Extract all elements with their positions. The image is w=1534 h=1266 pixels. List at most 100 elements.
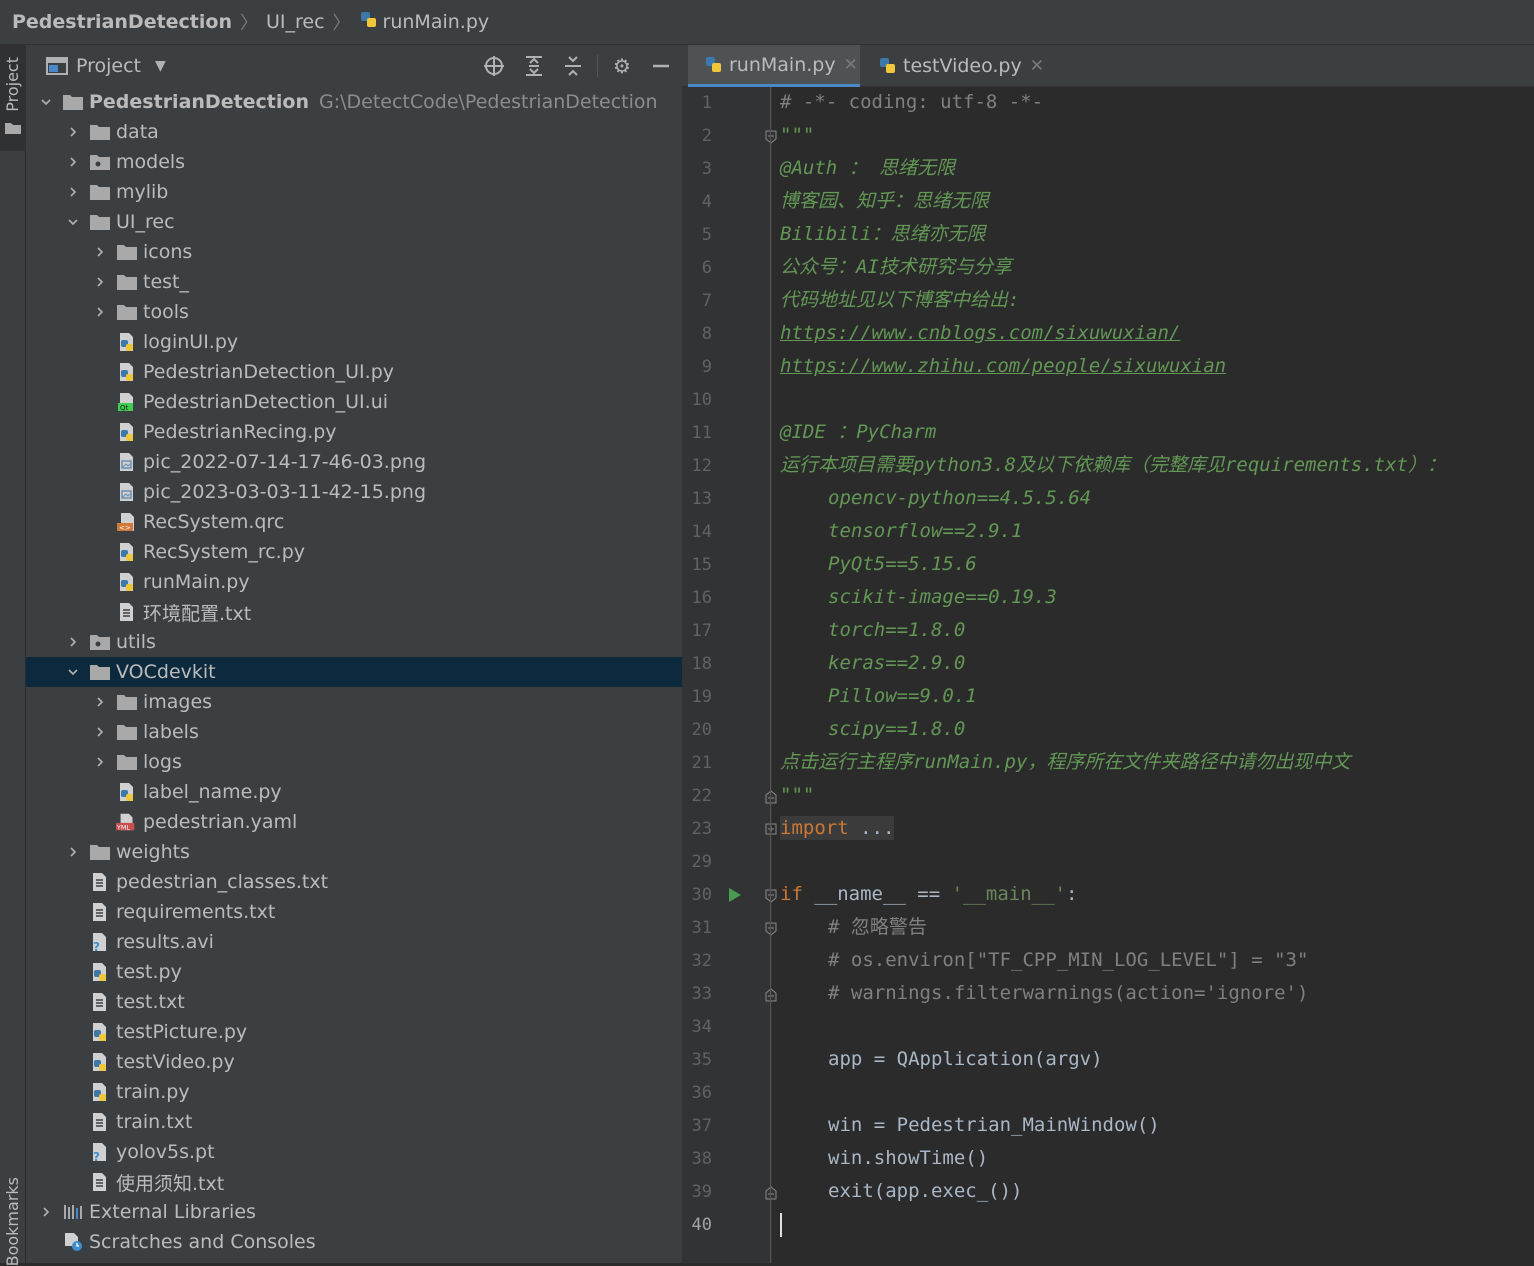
chevron-right-icon[interactable] <box>92 244 108 260</box>
tree-item-requirements-txt[interactable]: requirements.txt <box>26 897 682 927</box>
chevron-right-icon[interactable] <box>65 154 81 170</box>
breadcrumb-file[interactable]: runMain.py <box>383 11 490 33</box>
line-number: 21 <box>691 753 712 773</box>
code-line: opencv-python==4.5.5.64 <box>828 486 1091 510</box>
tree-item-testvideo-py[interactable]: testVideo.py <box>26 1047 682 1077</box>
tree-item-ui-rec[interactable]: UI_rec <box>26 207 682 237</box>
tree-item-txt[interactable]: 使用须知.txt <box>26 1167 682 1197</box>
chevron-down-icon[interactable] <box>65 664 81 680</box>
tree-item-runmain-py[interactable]: runMain.py <box>26 567 682 597</box>
chevron-down-icon[interactable] <box>65 214 81 230</box>
code-line: 代码地址见以下博客中给出: <box>780 288 1019 312</box>
tree-item-testpicture-py[interactable]: testPicture.py <box>26 1017 682 1047</box>
tree-item-pedestrianrecing-py[interactable]: PedestrianRecing.py <box>26 417 682 447</box>
chevron-down-icon[interactable] <box>38 94 54 110</box>
tree-item-images[interactable]: images <box>26 687 682 717</box>
close-icon[interactable]: ✕ <box>1030 56 1044 76</box>
code-line: Pillow==9.0.1 <box>828 684 977 708</box>
line-number: 15 <box>691 555 712 575</box>
toolbar-divider <box>597 55 598 77</box>
tree-item-txt[interactable]: 环境配置.txt <box>26 597 682 627</box>
line-number: 30 <box>691 885 712 905</box>
tree-item-pic-2023-03-03-11-42-15-png[interactable]: pic_2023-03-03-11-42-15.png <box>26 477 682 507</box>
chevron-right-icon[interactable] <box>92 304 108 320</box>
tab-runmain[interactable]: runMain.py ✕ <box>688 45 860 87</box>
line-number: 1 <box>701 93 712 113</box>
breadcrumb-project[interactable]: PedestrianDetection <box>12 11 232 33</box>
tree-item-label: pedestrian_classes.txt <box>116 871 329 893</box>
tree-item-labels[interactable]: labels <box>26 717 682 747</box>
tree-item-scratches-and-consoles[interactable]: Scratches and Consoles <box>26 1227 682 1257</box>
tree-item-test-txt[interactable]: test.txt <box>26 987 682 1017</box>
tree-item-utils[interactable]: utils <box>26 627 682 657</box>
tree-item-pedestriandetection-ui-ui[interactable]: Qt PedestrianDetection_UI.ui <box>26 387 682 417</box>
code-line: # warnings.filterwarnings(action='ignore… <box>828 981 1308 1005</box>
hide-panel-icon[interactable] <box>649 55 673 77</box>
tree-item-tools[interactable]: tools <box>26 297 682 327</box>
tree-item-logs[interactable]: logs <box>26 747 682 777</box>
run-icon[interactable] <box>728 887 742 903</box>
code-area[interactable]: # -*- coding: utf-8 -*- """ @Auth ： 思绪无限 博客… <box>772 87 1534 1263</box>
line-number: 16 <box>691 588 712 608</box>
project-view-title[interactable]: Project <box>76 55 141 77</box>
collapse-all-icon[interactable] <box>561 55 585 77</box>
breadcrumb-folder[interactable]: UI_rec <box>266 11 325 33</box>
python-file-icon <box>116 542 138 562</box>
tree-item-train-py[interactable]: train.py <box>26 1077 682 1107</box>
line-number: 13 <box>691 489 712 509</box>
chevron-right-icon[interactable] <box>92 754 108 770</box>
tree-item-pedestrian-classes-txt[interactable]: pedestrian_classes.txt <box>26 867 682 897</box>
code-token: torch==1.8.0 <box>828 619 966 641</box>
chevron-right-icon[interactable] <box>92 724 108 740</box>
bookmarks-tool-tab[interactable]: Bookmarks <box>3 1177 22 1266</box>
folder-icon <box>116 272 138 292</box>
tree-item-yolov5s-pt[interactable]: ? yolov5s.pt <box>26 1137 682 1167</box>
tree-item-pic-2022-07-14-17-46-03-png[interactable]: pic_2022-07-14-17-46-03.png <box>26 447 682 477</box>
chevron-right-icon[interactable] <box>65 124 81 140</box>
project-path: G:\DetectCode\PedestrianDetection <box>318 91 658 113</box>
line-number: 7 <box>701 291 712 311</box>
code-line: 运行本项目需要python3.8及以下依赖库（完整库见requirements.… <box>780 453 1446 477</box>
code-token: 代码地址见以下博客中给出: <box>780 289 1020 311</box>
tab-testvideo[interactable]: testVideo.py ✕ <box>862 45 1044 87</box>
tree-item-pedestrian-yaml[interactable]: YML pedestrian.yaml <box>26 807 682 837</box>
code-token: """ <box>780 784 815 806</box>
chevron-right-icon[interactable] <box>92 274 108 290</box>
expand-all-icon[interactable] <box>522 55 546 77</box>
tree-item-recsystem-qrc[interactable]: <> RecSystem.qrc <box>26 507 682 537</box>
chevron-right-icon[interactable] <box>92 694 108 710</box>
chevron-down-icon[interactable]: ▼ <box>155 58 166 74</box>
code-line: https://www.zhihu.com/people/sixuwuxian <box>780 354 1226 378</box>
tree-item-pedestriandetection-ui-py[interactable]: PedestrianDetection_UI.py <box>26 357 682 387</box>
code-line: @IDE ：PyCharm <box>780 420 936 444</box>
code-token: @Auth ： 思绪无限 <box>780 157 956 179</box>
tree-item-train-txt[interactable]: train.txt <box>26 1107 682 1137</box>
tree-item-vocdevkit[interactable]: VOCdevkit <box>26 657 682 687</box>
tree-item-models[interactable]: models <box>26 147 682 177</box>
tree-item-external-libraries[interactable]: External Libraries <box>26 1197 682 1227</box>
tree-item-mylib[interactable]: mylib <box>26 177 682 207</box>
tree-item-pedestriandetection[interactable]: PedestrianDetection G:\DetectCode\Pedestr… <box>26 87 682 117</box>
close-icon[interactable]: ✕ <box>844 55 858 75</box>
tree-item-recsystem-rc-py[interactable]: RecSystem_rc.py <box>26 537 682 567</box>
tree-item-results-avi[interactable]: ? results.avi <box>26 927 682 957</box>
locate-icon[interactable] <box>482 55 506 77</box>
chevron-right-icon[interactable] <box>65 634 81 650</box>
tree-item-loginui-py[interactable]: loginUI.py <box>26 327 682 357</box>
tree-item-label-name-py[interactable]: label_name.py <box>26 777 682 807</box>
chevron-right-icon[interactable] <box>65 184 81 200</box>
project-tool-tab[interactable]: Project <box>0 45 26 151</box>
folder-icon <box>116 752 138 772</box>
tree-item-test[interactable]: test_ <box>26 267 682 297</box>
chevron-right-icon[interactable] <box>65 844 81 860</box>
gear-icon[interactable]: ⚙ <box>610 55 634 77</box>
code-token: 博客园、知乎：思绪无限 <box>780 190 990 212</box>
tree-item-test-py[interactable]: test.py <box>26 957 682 987</box>
tree-item-data[interactable]: data <box>26 117 682 147</box>
tree-item-weights[interactable]: weights <box>26 837 682 867</box>
line-number: 33 <box>691 984 712 1004</box>
line-number: 2 <box>701 126 712 146</box>
line-number: 40 <box>691 1215 712 1235</box>
chevron-right-icon[interactable] <box>38 1204 54 1220</box>
tree-item-icons[interactable]: icons <box>26 237 682 267</box>
